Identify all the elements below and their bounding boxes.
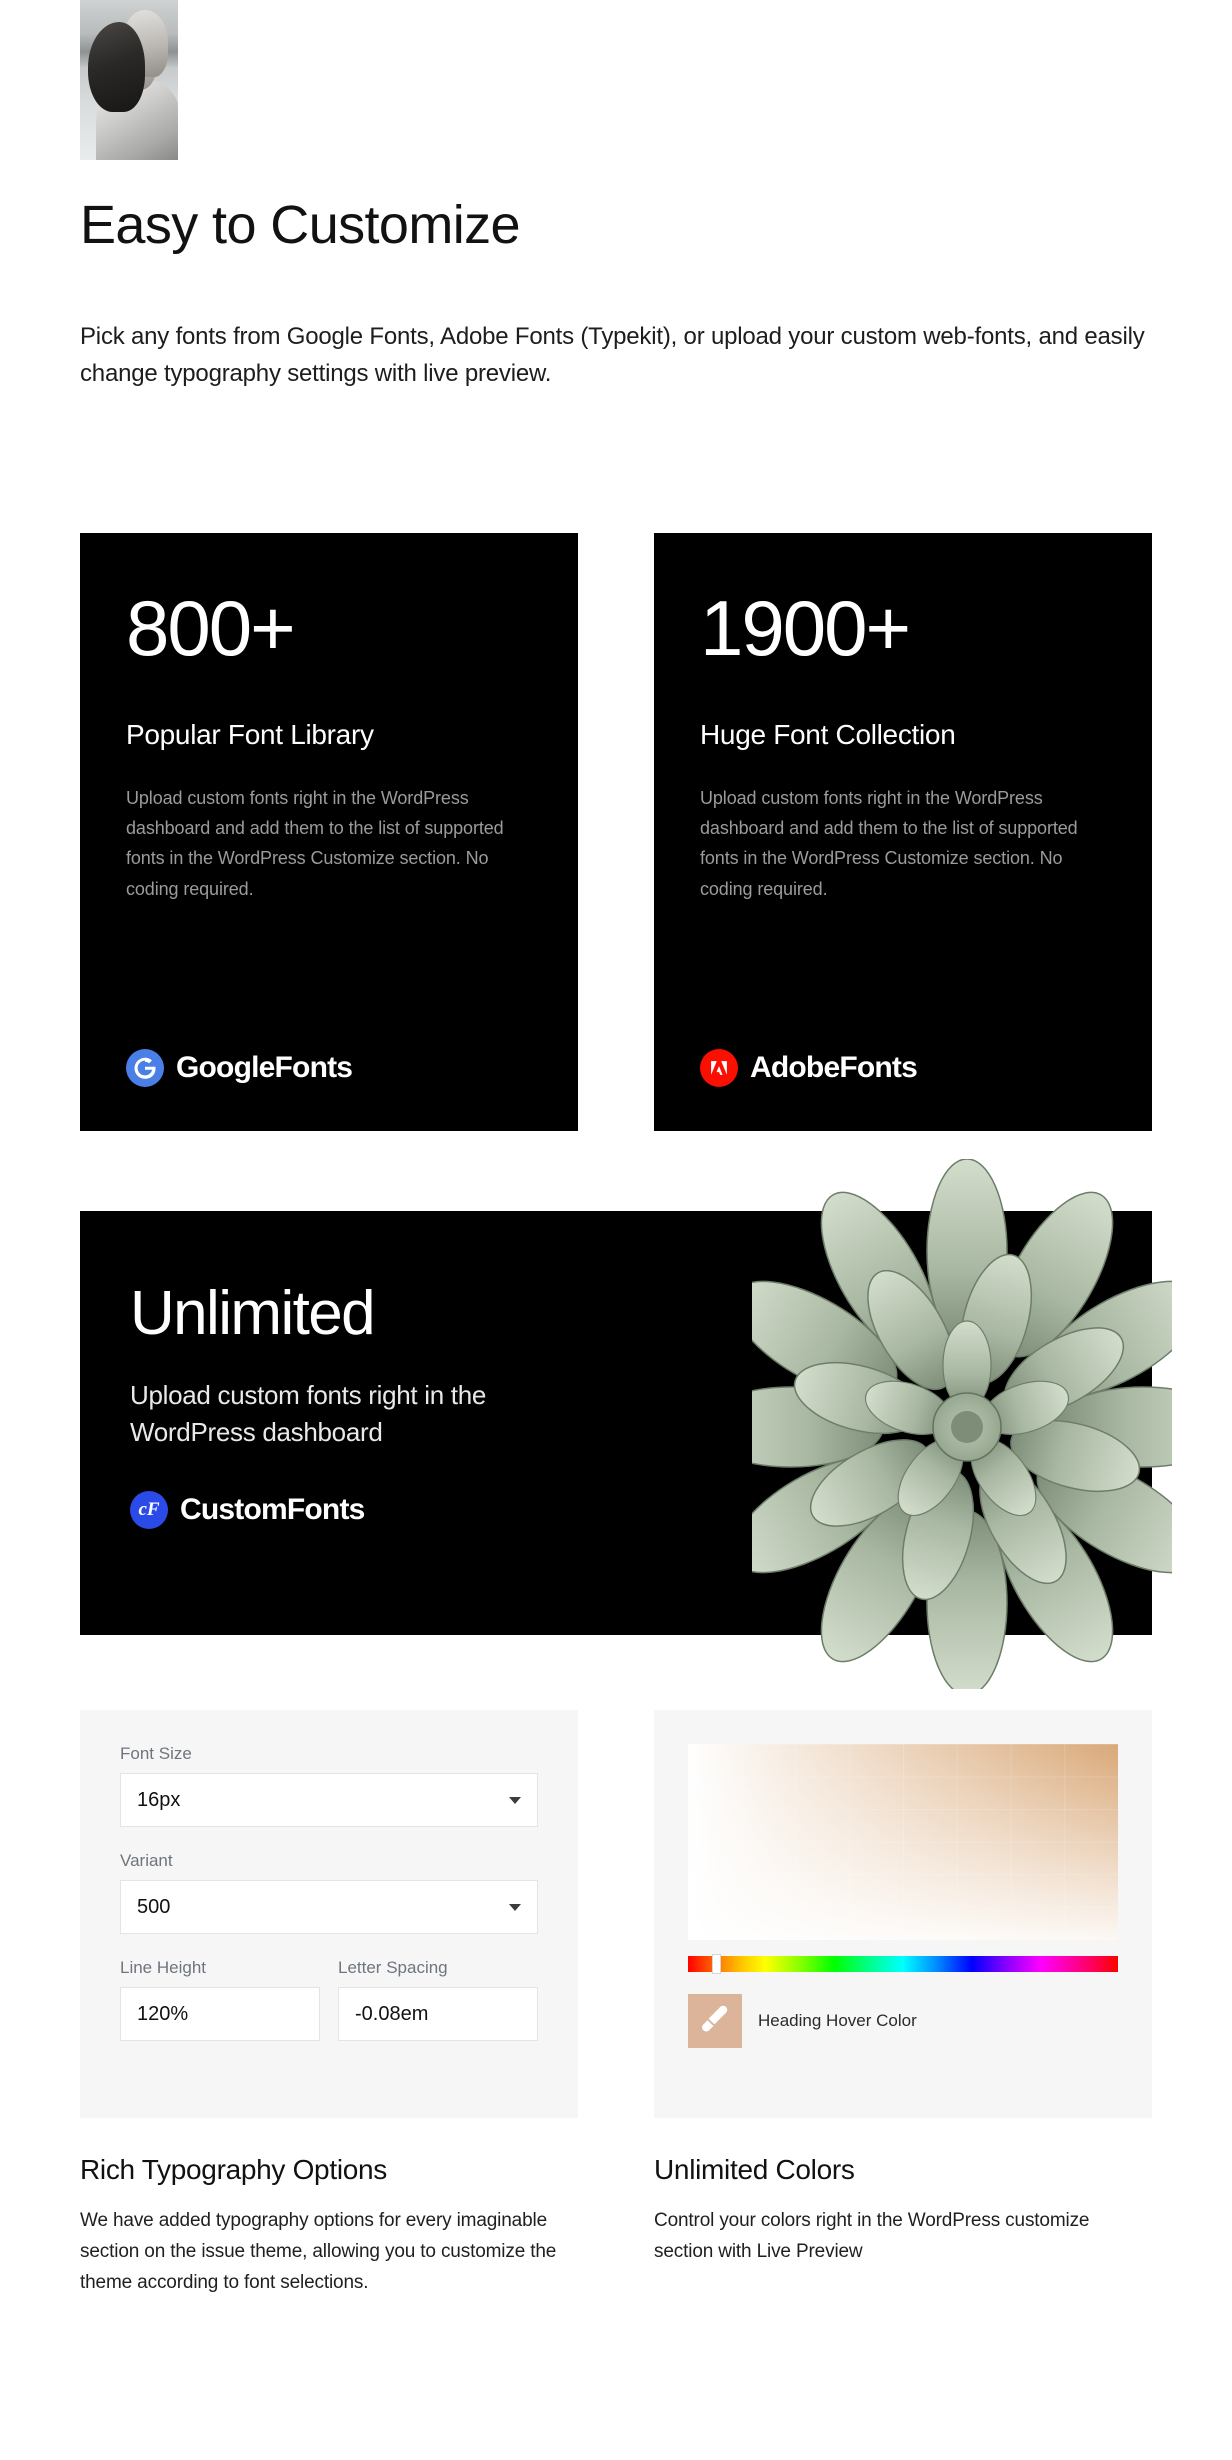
font-size-select[interactable]: 16px xyxy=(120,1773,538,1827)
variant-value: 500 xyxy=(137,1895,171,1918)
typography-settings-panel: Font Size 16px Variant 500 Line Height 1… xyxy=(80,1710,578,2118)
brush-icon xyxy=(702,2005,728,2032)
saturation-area[interactable] xyxy=(688,1744,1118,1940)
brand-name: GoogleFonts xyxy=(176,1051,353,1084)
banner-heading: Unlimited xyxy=(130,1279,376,1348)
variant-select[interactable]: 500 xyxy=(120,1880,538,1934)
typography-panel-title: Rich Typography Options xyxy=(80,2154,387,2185)
line-height-value: 120% xyxy=(137,2002,189,2025)
stat-number: 800+ xyxy=(126,584,296,672)
letter-spacing-value: -0.08em xyxy=(355,2002,429,2025)
font-size-label: Font Size xyxy=(120,1744,192,1763)
heading-hover-color-swatch[interactable] xyxy=(688,1994,742,2048)
brand-name: AdobeFonts xyxy=(750,1051,918,1084)
letter-spacing-label: Letter Spacing xyxy=(338,1958,448,1977)
line-height-input[interactable]: 120% xyxy=(120,1987,320,2041)
unlimited-banner: Unlimited Upload custom fonts right in t… xyxy=(80,1159,1172,1689)
stat-body: Upload custom fonts right in the WordPre… xyxy=(126,788,504,899)
page-title: Easy to Customize xyxy=(80,195,521,255)
succulent-plant-image xyxy=(752,1159,1172,1689)
swatch-label: Heading Hover Color xyxy=(758,2011,917,2030)
letter-spacing-field: Letter Spacing -0.08em xyxy=(338,1958,538,2041)
page-lede: Pick any fonts from Google Fonts, Adobe … xyxy=(80,323,1145,388)
chevron-down-icon xyxy=(509,1904,521,1911)
color-swatch-row: Heading Hover Color xyxy=(688,1994,1118,2048)
stat-number: 1900+ xyxy=(700,584,911,672)
line-height-field: Line Height 120% xyxy=(120,1958,320,2041)
chevron-down-icon xyxy=(509,1797,521,1804)
typography-panel-description: We have added typography options for eve… xyxy=(80,2210,557,2293)
brand-google-fonts: GoogleFonts xyxy=(126,1049,532,1087)
hue-slider[interactable] xyxy=(688,1954,1118,1974)
color-picker-panel: Heading Hover Color xyxy=(654,1710,1152,2118)
metric-fields-row: Line Height 120% Letter Spacing -0.08em xyxy=(120,1958,538,2041)
google-g-icon xyxy=(126,1049,164,1087)
stat-cards-row: 800+ Popular Font Library Upload custom … xyxy=(80,533,1152,1131)
brand-custom-fonts: cF CustomFonts xyxy=(130,1490,1152,1529)
brand-adobe-fonts: AdobeFonts xyxy=(700,1049,1106,1087)
typography-column: Font Size 16px Variant 500 Line Height 1… xyxy=(80,1710,578,2298)
line-height-label: Line Height xyxy=(120,1958,207,1977)
brand-name: CustomFonts xyxy=(180,1492,365,1526)
stat-card-adobe: 1900+ Huge Font Collection Upload custom… xyxy=(654,533,1152,1131)
custom-fonts-mark: cF xyxy=(138,1499,160,1521)
colors-column: Heading Hover Color Unlimited Colors Con… xyxy=(654,1710,1152,2298)
stat-heading: Popular Font Library xyxy=(126,719,374,750)
variant-label: Variant xyxy=(120,1851,173,1870)
colors-panel-title: Unlimited Colors xyxy=(654,2154,855,2185)
page-root: Easy to Customize Pick any fonts from Go… xyxy=(0,0,1232,2460)
feature-panels: Font Size 16px Variant 500 Line Height 1… xyxy=(80,1710,1152,2298)
font-size-value: 16px xyxy=(137,1788,181,1811)
letter-spacing-input[interactable]: -0.08em xyxy=(338,1987,538,2041)
stat-card-google: 800+ Popular Font Library Upload custom … xyxy=(80,533,578,1131)
adobe-a-icon xyxy=(700,1049,738,1087)
banner-body: Upload custom fonts right in the WordPre… xyxy=(130,1380,487,1447)
saturation-grid xyxy=(688,1744,1118,1940)
photo-hair xyxy=(87,22,145,112)
stat-body: Upload custom fonts right in the WordPre… xyxy=(700,788,1078,899)
hero-portrait-image xyxy=(80,0,178,160)
custom-fonts-icon: cF xyxy=(130,1490,168,1529)
hue-slider-handle[interactable] xyxy=(711,1954,721,1974)
colors-panel-description: Control your colors right in the WordPre… xyxy=(654,2210,1090,2262)
stat-heading: Huge Font Collection xyxy=(700,719,956,750)
